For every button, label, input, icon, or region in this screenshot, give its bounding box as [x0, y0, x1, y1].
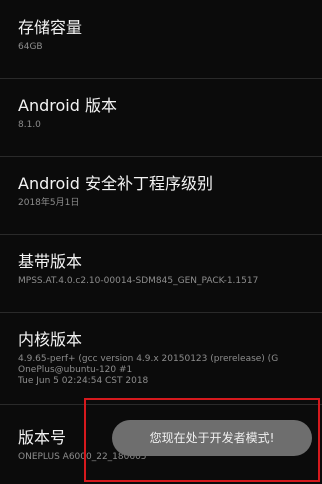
item-subtitle: 64GB: [18, 42, 43, 52]
divider: [0, 234, 322, 235]
item-subtitle: 4.9.65-perf+ (gcc version 4.9.x 20150123…: [18, 354, 279, 364]
divider: [0, 312, 322, 313]
item-title: 内核版本: [18, 330, 83, 349]
list-item-storage[interactable]: 存储容量 64GB: [0, 18, 322, 53]
item-title: 存储容量: [18, 18, 83, 37]
item-subtitle: 2018年5月1日: [18, 198, 80, 208]
item-title: Android 版本: [18, 96, 117, 115]
toast-message: 您现在处于开发者模式!: [112, 420, 312, 456]
list-item-baseband[interactable]: 基带版本 MPSS.AT.4.0.c2.10-00014-SDM845_GEN_…: [0, 252, 322, 287]
divider: [0, 78, 322, 79]
item-subtitle: Tue Jun 5 02:24:54 CST 2018: [18, 376, 149, 386]
divider: [0, 156, 322, 157]
list-item-security-patch[interactable]: Android 安全补丁程序级别 2018年5月1日: [0, 174, 322, 209]
item-subtitle: 8.1.0: [18, 120, 41, 130]
about-phone-screen: 存储容量 64GB Android 版本 8.1.0 Android 安全补丁程…: [0, 0, 322, 484]
item-title: Android 安全补丁程序级别: [18, 174, 213, 193]
list-item-kernel[interactable]: 内核版本 4.9.65-perf+ (gcc version 4.9.x 201…: [0, 330, 322, 387]
item-subtitle: OnePlus@ubuntu-120 #1: [18, 365, 133, 375]
item-title: 基带版本: [18, 252, 83, 271]
item-subtitle: MPSS.AT.4.0.c2.10-00014-SDM845_GEN_PACK-…: [18, 276, 259, 286]
list-item-android-version[interactable]: Android 版本 8.1.0: [0, 96, 322, 131]
